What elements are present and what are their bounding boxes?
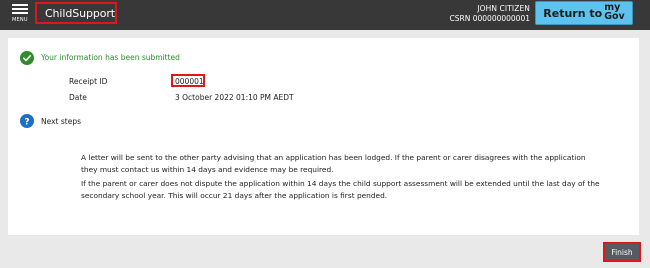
menu-label: MENU bbox=[12, 17, 28, 23]
childsupport-logo-icon bbox=[41, 12, 42, 14]
childsupport-logo[interactable]: ChildSupport bbox=[35, 2, 117, 24]
user-name: JOHN CITIZEN bbox=[477, 4, 530, 13]
receipt-id-value: 000001 bbox=[175, 77, 204, 86]
check-circle-icon bbox=[20, 51, 34, 65]
date-value: 3 October 2022 01:10 PM AEDT bbox=[175, 93, 294, 102]
confirmation-card: Your information has been submitted Rece… bbox=[8, 38, 639, 235]
next-steps-paragraph-2: If the parent or carer does not dispute … bbox=[81, 179, 600, 200]
success-message: Your information has been submitted bbox=[41, 53, 180, 62]
svg-text:?: ? bbox=[24, 117, 29, 127]
menu-button[interactable]: MENU bbox=[12, 4, 30, 26]
hamburger-icon bbox=[12, 4, 28, 6]
return-to-mygov-button[interactable]: Return to my Gov bbox=[535, 1, 633, 25]
next-steps-heading: Next steps bbox=[41, 117, 81, 126]
date-label: Date bbox=[69, 93, 87, 102]
return-label: Return to bbox=[543, 6, 603, 20]
user-crn: CSRN 000000000001 bbox=[449, 14, 530, 23]
mygov-logo: my Gov bbox=[604, 2, 625, 22]
user-info: JOHN CITIZEN CSRN 000000000001 bbox=[450, 4, 530, 24]
receipt-id-label: Receipt ID bbox=[69, 77, 108, 86]
top-navigation-bar: MENU ChildSupport JOHN CITIZEN CSRN 0000… bbox=[0, 0, 650, 30]
question-circle-icon: ? bbox=[20, 114, 34, 128]
brand-name: ChildSupport bbox=[44, 6, 115, 20]
next-steps-paragraph-1: A letter will be sent to the other party… bbox=[81, 153, 586, 174]
finish-button[interactable]: Finish bbox=[603, 242, 641, 262]
